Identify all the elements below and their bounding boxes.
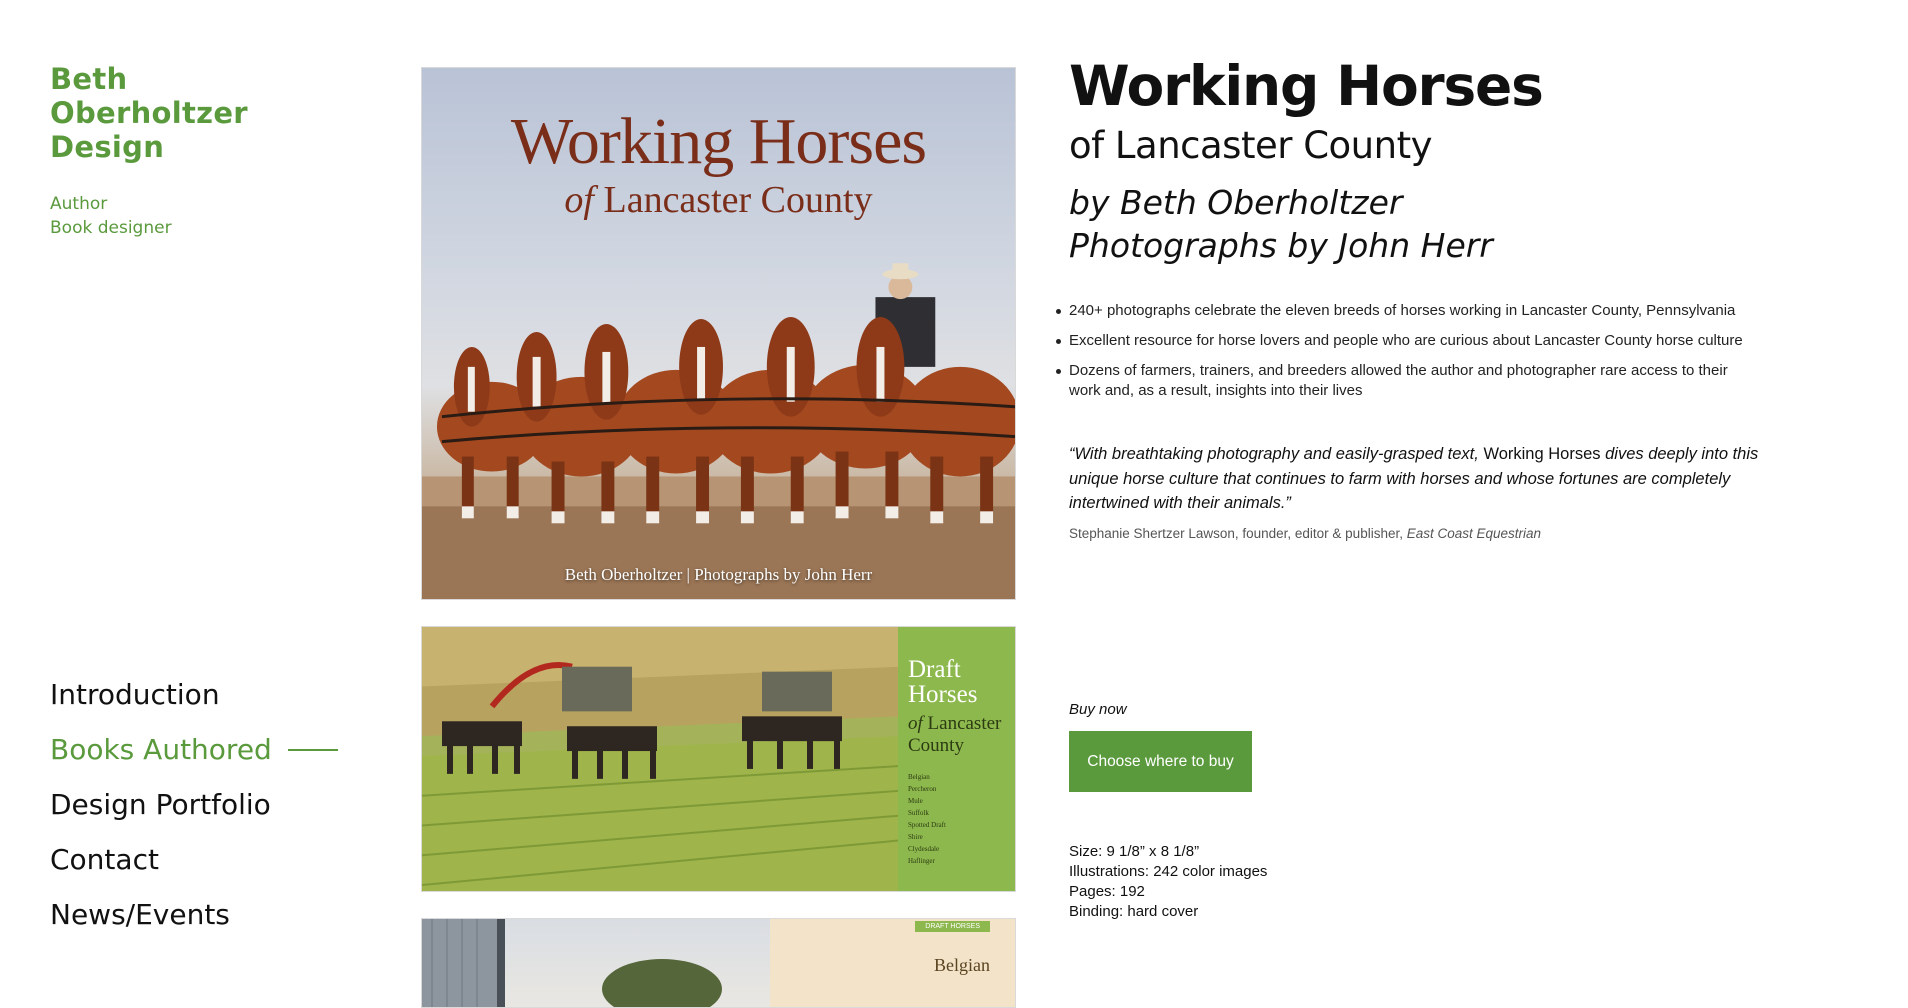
attribution-name: Stephanie Shertzer Lawson, founder, edit… — [1069, 526, 1407, 541]
spec-illustrations: Illustrations: 242 color images — [1069, 863, 1268, 880]
quote-part-1: “With breathtaking photography and easil… — [1069, 445, 1484, 463]
cover-subtitle: of Lancaster County — [422, 178, 1015, 222]
book-cover-image[interactable]: Working Horses of Lancaster County Beth … — [421, 67, 1016, 600]
chapter-title-panel: Draft Horses of Lancaster County Belgian … — [898, 627, 1015, 891]
active-indicator — [287, 748, 338, 751]
nav-label: Books Authored — [50, 733, 272, 766]
book-spread-image-1[interactable]: Draft Horses of Lancaster County Belgian … — [421, 626, 1016, 892]
nav-label: Introduction — [50, 678, 220, 711]
panel-subtitle-of: of — [908, 713, 923, 734]
quote-attribution: Stephanie Shertzer Lawson, founder, edit… — [1069, 526, 1541, 541]
highlight-item: Excellent resource for horse lovers and … — [1056, 331, 1759, 351]
book-highlights: 240+ photographs celebrate the eleven br… — [1056, 301, 1759, 411]
silo-photo — [422, 919, 772, 1007]
nav-label: Design Portfolio — [50, 788, 271, 821]
breed-title: Belgian — [934, 955, 990, 975]
nav-introduction[interactable]: Introduction — [50, 667, 338, 722]
panel-subtitle-rest: Lancaster — [922, 713, 1002, 734]
author-credits: by Beth Oberholtzer Photographs by John … — [1069, 181, 1493, 267]
breed-page-panel: DRAFT HORSES Belgian — [770, 919, 1015, 1007]
breed-item: Clydesdale — [908, 845, 940, 853]
panel-subtitle-line2: County — [908, 735, 964, 756]
book-subtitle: of Lancaster County — [1069, 124, 1432, 167]
spec-pages: Pages: 192 — [1069, 883, 1145, 900]
role-author: Author — [50, 194, 108, 214]
breed-item: Suffolk — [908, 809, 929, 817]
nav-label: Contact — [50, 843, 159, 876]
role-designer: Book designer — [50, 218, 172, 238]
cover-byline: Beth Oberholtzer | Photographs by John H… — [564, 565, 873, 584]
breed-item: Belgian — [908, 773, 930, 781]
nav-design-portfolio[interactable]: Design Portfolio — [50, 777, 338, 832]
panel-title-1: Draft — [908, 656, 961, 683]
panel-title-2: Horses — [908, 681, 978, 708]
field-photo — [422, 627, 900, 891]
author-name: by Beth Oberholtzer — [1069, 183, 1403, 222]
main-nav: Introduction Books Authored Design Portf… — [50, 667, 338, 942]
highlight-item: Dozens of farmers, trainers, and breeder… — [1056, 361, 1759, 401]
section-tag: DRAFT HORSES — [915, 921, 990, 932]
site-logo[interactable]: Beth Oberholtzer Design — [50, 62, 280, 164]
nav-label: News/Events — [50, 898, 230, 931]
nav-news-events[interactable]: News/Events — [50, 887, 338, 942]
nav-contact[interactable]: Contact — [50, 832, 338, 887]
choose-where-to-buy-button[interactable]: Choose where to buy — [1069, 731, 1252, 792]
breed-item: Spotted Draft — [908, 821, 946, 829]
brand-line-3: Design — [50, 130, 165, 164]
breed-list: Belgian Percheron Mule Suffolk Spotted D… — [908, 771, 1005, 867]
cover-subtitle-of: of — [564, 179, 594, 221]
brand-line-1: Beth — [50, 62, 128, 96]
breed-item: Shire — [908, 833, 923, 841]
tagline: Author Book designer — [50, 192, 172, 240]
spec-size: Size: 9 1/8” x 8 1/8” — [1069, 843, 1200, 860]
brand-line-2: Oberholtzer — [50, 96, 248, 130]
breed-item: Haflinger — [908, 857, 935, 865]
quote-book-title: Working Horses — [1483, 445, 1601, 463]
buy-now-label: Buy now — [1069, 701, 1127, 718]
photographer-name: Photographs by John Herr — [1069, 226, 1493, 265]
panel-subtitle: of Lancaster County — [908, 713, 1005, 757]
highlight-item: 240+ photographs celebrate the eleven br… — [1056, 301, 1759, 321]
cover-title: Working Horses — [510, 105, 927, 178]
review-quote: “With breathtaking photography and easil… — [1069, 442, 1769, 516]
attribution-publication: East Coast Equestrian — [1406, 526, 1542, 541]
breed-item: Percheron — [908, 785, 937, 793]
cover-subtitle-rest: Lancaster County — [593, 179, 873, 221]
nav-books-authored[interactable]: Books Authored — [50, 722, 338, 777]
book-title: Working Horses — [1069, 54, 1544, 118]
breed-item: Mule — [908, 797, 923, 805]
book-specs: Size: 9 1/8” x 8 1/8” Illustrations: 242… — [1069, 842, 1267, 922]
spec-binding: Binding: hard cover — [1069, 903, 1199, 920]
